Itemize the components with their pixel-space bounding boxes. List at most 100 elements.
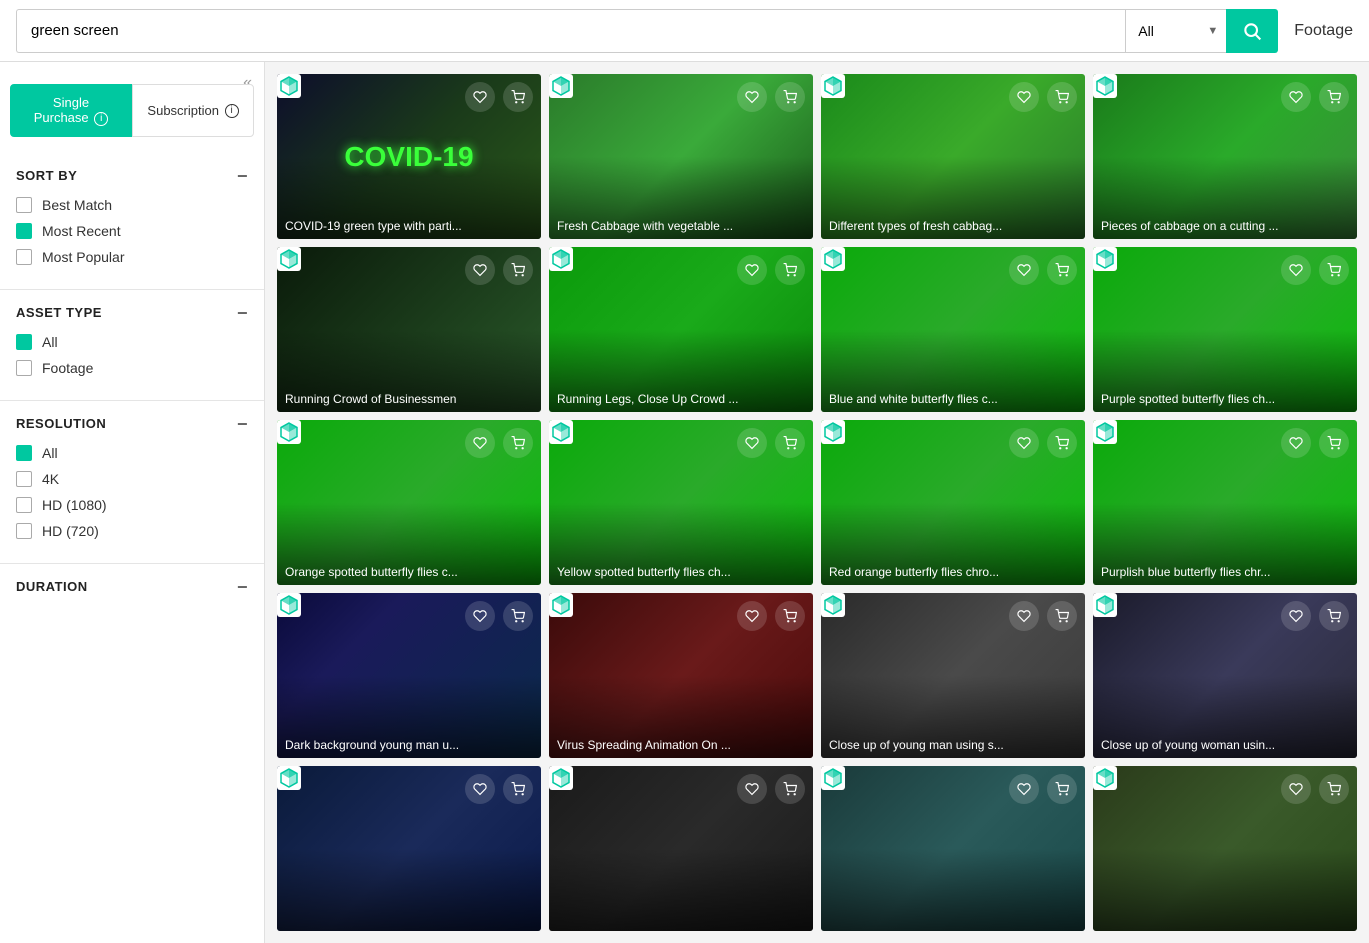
resolution-4k[interactable]: 4K xyxy=(16,471,248,487)
card-19[interactable] xyxy=(821,766,1085,931)
card-like-button[interactable] xyxy=(1009,82,1039,112)
card-13[interactable]: Dark background young man u... xyxy=(277,593,541,758)
card-like-button[interactable] xyxy=(737,428,767,458)
resolution-hd720[interactable]: HD (720) xyxy=(16,523,248,539)
card-like-button[interactable] xyxy=(465,255,495,285)
card-like-button[interactable] xyxy=(465,428,495,458)
card-actions xyxy=(465,774,533,804)
cart-icon xyxy=(1327,263,1341,277)
sort-best-match[interactable]: Best Match xyxy=(16,197,248,213)
duration-collapse-icon[interactable]: − xyxy=(237,578,248,596)
card-cart-button[interactable] xyxy=(503,255,533,285)
card-cart-button[interactable] xyxy=(1319,428,1349,458)
card-like-button[interactable] xyxy=(737,82,767,112)
card-9[interactable]: Orange spotted butterfly flies c... xyxy=(277,420,541,585)
card-cart-button[interactable] xyxy=(1047,601,1077,631)
card-11[interactable]: Red orange butterfly flies chro... xyxy=(821,420,1085,585)
card-cart-button[interactable] xyxy=(503,601,533,631)
card-like-button[interactable] xyxy=(465,601,495,631)
res-4k-checkbox[interactable] xyxy=(16,471,32,487)
card-cart-button[interactable] xyxy=(775,428,805,458)
card-20[interactable] xyxy=(1093,766,1357,931)
resolution-label: RESOLUTION xyxy=(16,416,106,431)
resolution-collapse-icon[interactable]: − xyxy=(237,415,248,433)
card-10[interactable]: Yellow spotted butterfly flies ch... xyxy=(549,420,813,585)
card-cart-button[interactable] xyxy=(1319,774,1349,804)
card-actions xyxy=(1281,82,1349,112)
card-2[interactable]: Fresh Cabbage with vegetable ... xyxy=(549,74,813,239)
card-like-button[interactable] xyxy=(465,82,495,112)
card-like-button[interactable] xyxy=(1009,428,1039,458)
card-like-button[interactable] xyxy=(1009,255,1039,285)
single-purchase-info-icon[interactable]: i xyxy=(94,112,108,126)
card-cart-button[interactable] xyxy=(775,601,805,631)
card-4[interactable]: Pieces of cabbage on a cutting ... xyxy=(1093,74,1357,239)
resolution-all[interactable]: All xyxy=(16,445,248,461)
card-like-button[interactable] xyxy=(1281,601,1311,631)
sort-most-popular[interactable]: Most Popular xyxy=(16,249,248,265)
card-cart-button[interactable] xyxy=(503,428,533,458)
most-recent-checkbox[interactable] xyxy=(16,223,32,239)
search-button[interactable] xyxy=(1226,9,1278,53)
card-7[interactable]: Blue and white butterfly flies c... xyxy=(821,247,1085,412)
card-like-button[interactable] xyxy=(737,774,767,804)
card-cart-button[interactable] xyxy=(503,82,533,112)
card-cart-button[interactable] xyxy=(1319,255,1349,285)
best-match-checkbox[interactable] xyxy=(16,197,32,213)
card-like-button[interactable] xyxy=(1009,774,1039,804)
subscription-button[interactable]: Subscription i xyxy=(132,84,254,137)
results-grid: COVID-19 green type with parti... COVID-… xyxy=(277,74,1357,931)
card-like-button[interactable] xyxy=(465,774,495,804)
search-input[interactable] xyxy=(16,9,1125,53)
card-like-button[interactable] xyxy=(1281,428,1311,458)
card-like-button[interactable] xyxy=(1281,255,1311,285)
card-cart-button[interactable] xyxy=(1047,82,1077,112)
asset-type-section: ASSET TYPE − All Footage xyxy=(0,290,264,396)
sort-by-collapse-icon[interactable]: − xyxy=(237,167,248,185)
card-like-button[interactable] xyxy=(737,255,767,285)
card-3[interactable]: Different types of fresh cabbag... xyxy=(821,74,1085,239)
card-like-button[interactable] xyxy=(1281,774,1311,804)
asset-footage-checkbox[interactable] xyxy=(16,360,32,376)
card-16[interactable]: Close up of young woman usin... xyxy=(1093,593,1357,758)
sort-most-recent[interactable]: Most Recent xyxy=(16,223,248,239)
card-cart-button[interactable] xyxy=(1047,428,1077,458)
card-like-button[interactable] xyxy=(1009,601,1039,631)
search-filter-select[interactable]: All Footage Images Audio xyxy=(1126,9,1226,53)
res-all-checkbox[interactable] xyxy=(16,445,32,461)
subscription-info-icon[interactable]: i xyxy=(225,104,239,118)
asset-type-footage[interactable]: Footage xyxy=(16,360,248,376)
most-popular-checkbox[interactable] xyxy=(16,249,32,265)
card-17[interactable] xyxy=(277,766,541,931)
card-18[interactable] xyxy=(549,766,813,931)
card-6[interactable]: Running Legs, Close Up Crowd ... xyxy=(549,247,813,412)
card-cart-button[interactable] xyxy=(775,255,805,285)
card-title: Dark background young man u... xyxy=(285,738,533,752)
card-15[interactable]: Close up of young man using s... xyxy=(821,593,1085,758)
asset-type-collapse-icon[interactable]: − xyxy=(237,304,248,322)
card-like-button[interactable] xyxy=(737,601,767,631)
card-5[interactable]: Running Crowd of Businessmen xyxy=(277,247,541,412)
card-actions xyxy=(737,82,805,112)
res-hd720-checkbox[interactable] xyxy=(16,523,32,539)
card-cart-button[interactable] xyxy=(1319,601,1349,631)
card-actions xyxy=(1009,774,1077,804)
card-8[interactable]: Purple spotted butterfly flies ch... xyxy=(1093,247,1357,412)
heart-icon xyxy=(1017,609,1031,623)
card-like-button[interactable] xyxy=(1281,82,1311,112)
card-cart-button[interactable] xyxy=(1319,82,1349,112)
card-1[interactable]: COVID-19 green type with parti... COVID-… xyxy=(277,74,541,239)
asset-type-all[interactable]: All xyxy=(16,334,248,350)
single-purchase-button[interactable]: SinglePurchase i xyxy=(10,84,132,137)
main-layout: « SinglePurchase i Subscription i SORT B… xyxy=(0,62,1369,943)
card-cart-button[interactable] xyxy=(1047,255,1077,285)
resolution-hd1080[interactable]: HD (1080) xyxy=(16,497,248,513)
card-cart-button[interactable] xyxy=(775,774,805,804)
card-cart-button[interactable] xyxy=(775,82,805,112)
res-hd1080-checkbox[interactable] xyxy=(16,497,32,513)
card-14[interactable]: Virus Spreading Animation On ... xyxy=(549,593,813,758)
card-12[interactable]: Purplish blue butterfly flies chr... xyxy=(1093,420,1357,585)
card-cart-button[interactable] xyxy=(503,774,533,804)
asset-all-checkbox[interactable] xyxy=(16,334,32,350)
card-cart-button[interactable] xyxy=(1047,774,1077,804)
